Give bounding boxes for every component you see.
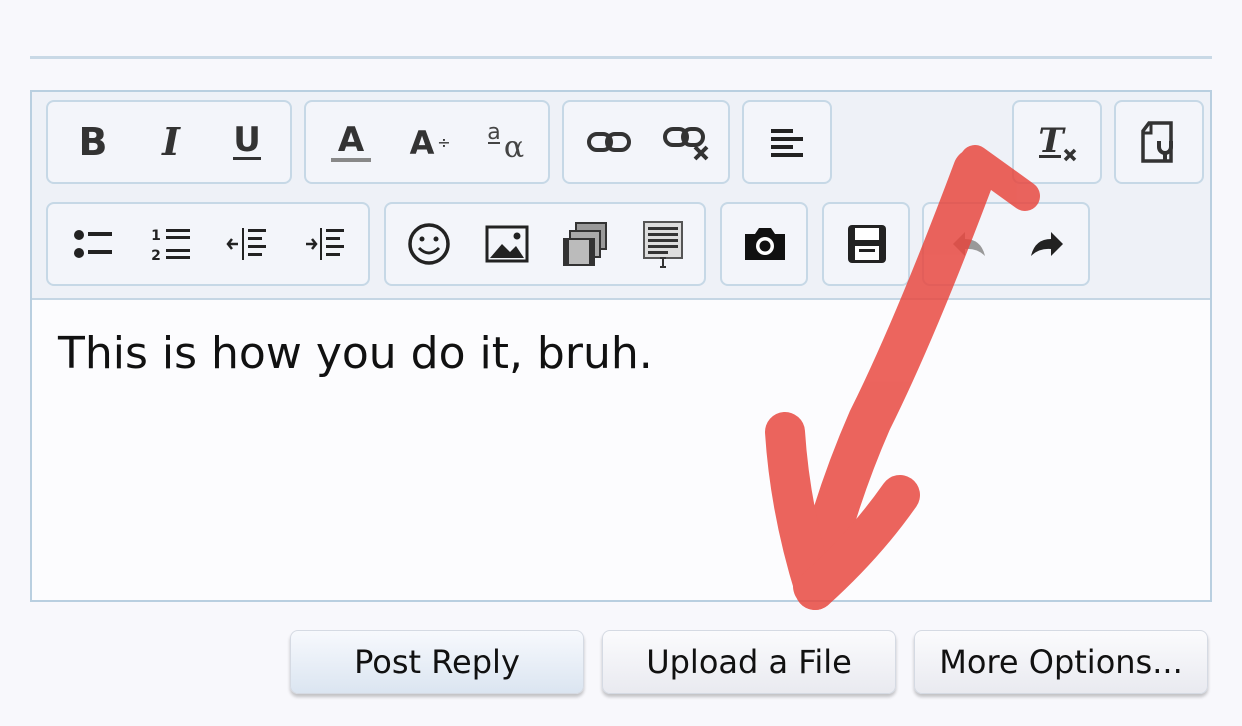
history-group (922, 202, 1090, 286)
svg-text:I: I (161, 120, 181, 164)
undo-icon[interactable] (930, 204, 1008, 284)
editor-toolbar: B I U A A ÷ aα T 1 2 (32, 92, 1210, 300)
format-group: T (1012, 100, 1102, 184)
font-size-icon[interactable]: A ÷ (390, 102, 468, 182)
svg-text:B: B (79, 120, 108, 164)
unlink-icon[interactable] (648, 102, 726, 182)
link-group (562, 100, 730, 184)
align-group (742, 100, 832, 184)
outdent-icon[interactable] (208, 204, 286, 284)
svg-text:A: A (338, 120, 365, 160)
svg-text:a: a (487, 120, 500, 145)
text-style-group: B I U (46, 100, 292, 184)
text-color-icon[interactable]: A (312, 102, 390, 182)
align-left-icon[interactable] (748, 102, 826, 182)
more-options-button[interactable]: More Options... (914, 630, 1208, 694)
svg-text:α: α (504, 130, 524, 165)
italic-icon[interactable]: I (132, 102, 210, 182)
camera-icon[interactable] (726, 204, 804, 284)
post-reply-button[interactable]: Post Reply (290, 630, 584, 694)
remove-format-icon[interactable]: T (1018, 102, 1096, 182)
link-icon[interactable] (570, 102, 648, 182)
attach-group (720, 202, 808, 286)
image-icon[interactable] (468, 204, 546, 284)
svg-text:U: U (233, 120, 261, 160)
font-group: A A ÷ aα (304, 100, 550, 184)
svg-text:2: 2 (151, 248, 161, 263)
numbered-list-icon[interactable]: 12 (132, 204, 210, 284)
smilie-icon[interactable] (390, 204, 468, 284)
save-draft-icon[interactable] (828, 204, 906, 284)
svg-text:1: 1 (151, 228, 161, 244)
insert-group (384, 202, 706, 286)
underline-icon[interactable]: U (208, 102, 286, 182)
code-icon[interactable] (624, 204, 702, 284)
top-divider (30, 56, 1212, 59)
toggle-bbcode-icon[interactable] (1120, 102, 1198, 182)
source-group (1114, 100, 1204, 184)
lists-group: 12 (46, 202, 370, 286)
redo-icon[interactable] (1008, 204, 1086, 284)
upload-file-button[interactable]: Upload a File (602, 630, 896, 694)
indent-icon[interactable] (286, 204, 364, 284)
bullet-list-icon[interactable] (54, 204, 132, 284)
bold-icon[interactable]: B (54, 102, 132, 182)
font-family-icon[interactable]: aα (466, 102, 544, 182)
svg-text:A: A (410, 124, 435, 162)
rich-text-editor: B I U A A ÷ aα T 1 2 This is how you do … (30, 90, 1212, 602)
media-icon[interactable] (546, 204, 624, 284)
draft-group (822, 202, 910, 286)
editor-content[interactable]: This is how you do it, bruh. (58, 328, 653, 379)
svg-text:÷: ÷ (437, 133, 450, 152)
